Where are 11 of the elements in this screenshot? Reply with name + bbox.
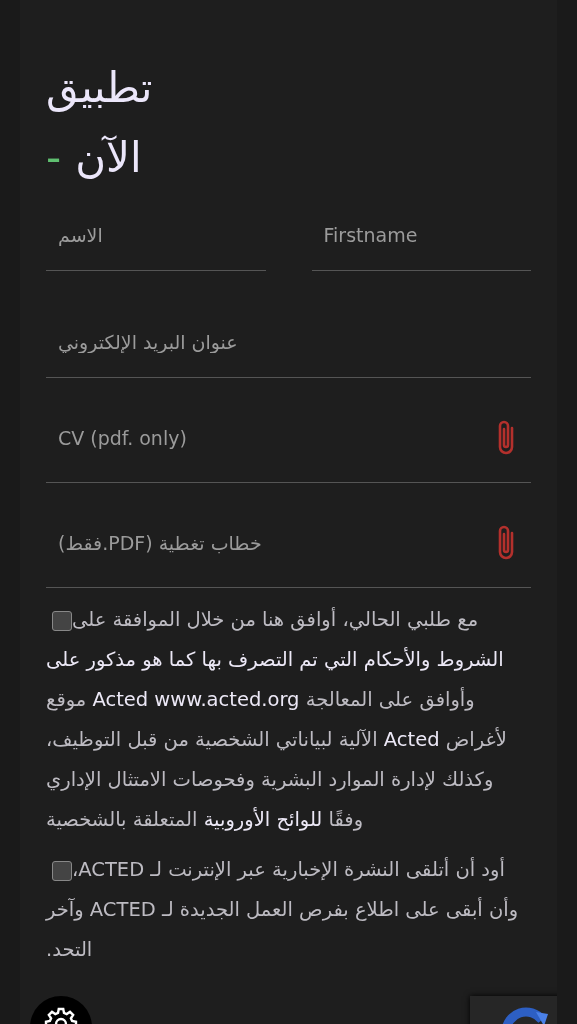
consent-text: أود أن أتلقى النشرة الإخبارية عبر الإنترنت لـ ACTED، وأن أبقى على اطلاع بفرص العمل الجديدة لـ ACTED وآخر التحد. bbox=[46, 856, 520, 963]
page-title: تطبيق bbox=[46, 62, 154, 114]
title-dash: - bbox=[46, 133, 62, 182]
checkbox[interactable] bbox=[52, 861, 72, 881]
input-field[interactable]: الاسم bbox=[46, 200, 254, 270]
input-field[interactable]: عنوان البريد الإلكتروني bbox=[46, 307, 519, 377]
input-field[interactable]: (فقط.PDF) خطاب تغطية bbox=[46, 499, 493, 587]
checkbox[interactable] bbox=[52, 611, 72, 631]
page-title: الآن bbox=[75, 133, 142, 182]
input-field[interactable]: Firstname bbox=[311, 200, 519, 270]
input-field[interactable]: CV (pdf. only) bbox=[46, 394, 493, 482]
